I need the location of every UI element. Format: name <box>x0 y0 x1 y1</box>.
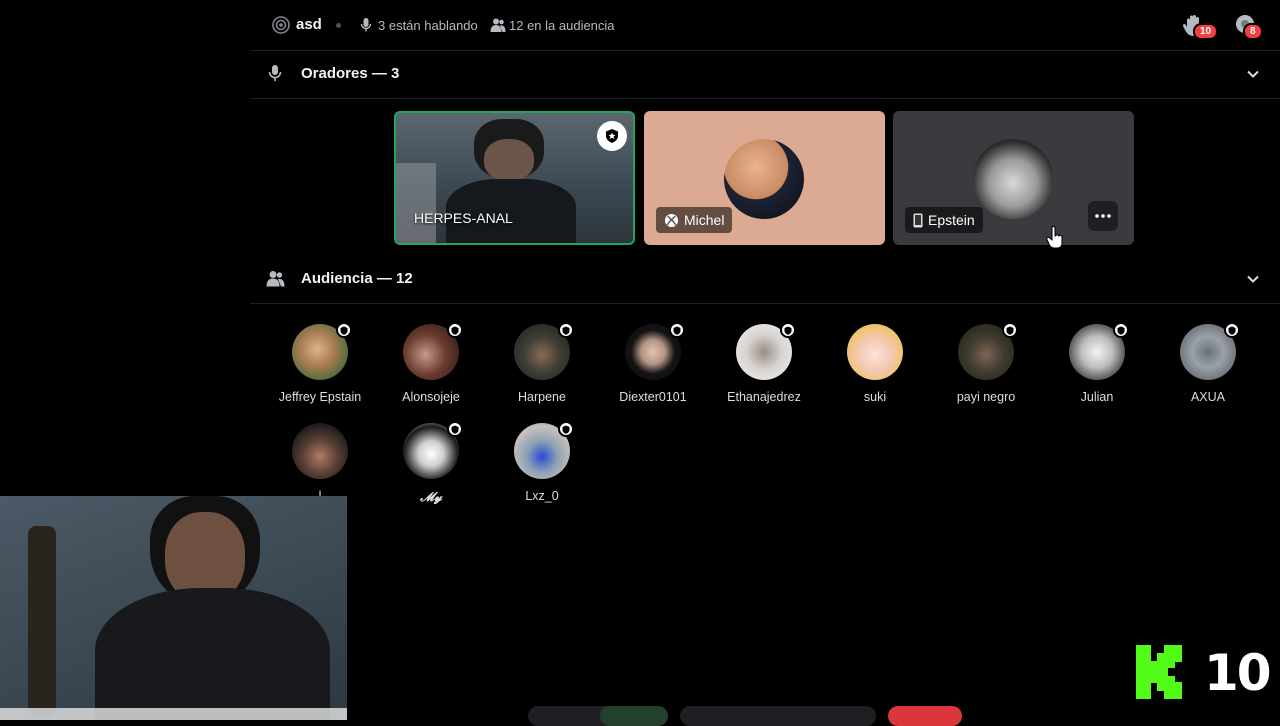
audience-member[interactable]: l <box>265 423 375 503</box>
overlay-counter: 10 <box>1204 644 1272 702</box>
audio-controls-button[interactable] <box>528 706 668 726</box>
speak-requests-button[interactable]: 8 <box>1234 14 1266 40</box>
speaker-name: Michel <box>684 212 725 228</box>
speakers-section-header[interactable] <box>250 50 1280 99</box>
audience-member-name: Alonsojeje <box>402 390 460 404</box>
speaker-name-label: Epstein <box>905 207 983 233</box>
moderator-icon <box>447 322 463 338</box>
raised-hands-button[interactable]: 10 <box>1182 14 1219 40</box>
audience-member-name: payi negro <box>956 390 1016 404</box>
xbox-icon <box>664 213 679 227</box>
speaker-tile[interactable]: Michel <box>644 111 885 245</box>
audience-member[interactable]: Jeffrey Epstain <box>265 322 375 404</box>
avatar <box>736 322 796 380</box>
speaker-name: Epstein <box>928 212 975 228</box>
audience-count: 12 en la audiencia <box>509 18 615 33</box>
moderator-icon <box>780 322 796 338</box>
audience-icon <box>490 18 506 32</box>
moderator-icon <box>558 421 574 437</box>
moderator-icon <box>1113 322 1129 338</box>
microphone-icon <box>360 18 372 32</box>
avatar <box>292 423 348 479</box>
speaker-name: HERPES-ANAL <box>414 210 513 226</box>
avatar <box>403 421 463 479</box>
more-icon <box>1095 214 1111 218</box>
speakers-header-title: Oradores — 3 <box>301 65 400 82</box>
moderator-icon <box>558 322 574 338</box>
kick-logo-icon <box>1136 645 1182 699</box>
moderator-icon <box>336 322 352 338</box>
video-background-object <box>396 163 436 243</box>
channel-title: asd <box>296 16 322 33</box>
audience-member-name: Ethanajedrez <box>727 390 801 404</box>
webcam-person-shirt <box>95 588 330 720</box>
hand-cursor-icon <box>1046 226 1063 249</box>
more-options-button[interactable] <box>1088 201 1118 231</box>
speaker-avatar <box>724 139 804 219</box>
audience-icon <box>266 271 285 287</box>
microphone-icon <box>268 65 282 81</box>
audience-member-name: suki <box>863 390 887 404</box>
leave-stage-button[interactable] <box>888 706 962 726</box>
moderator-shield-icon <box>606 129 618 143</box>
audience-member[interactable]: Julian <box>1042 322 1152 404</box>
audience-member[interactable]: Harpene <box>487 322 597 404</box>
audience-member[interactable]: suki <box>820 324 930 404</box>
audience-member[interactable]: Ethanajedrez <box>709 322 819 404</box>
chevron-down-icon[interactable] <box>1246 67 1260 81</box>
audience-member-name: 𝓜𝔂 <box>420 489 442 504</box>
activity-controls-button[interactable] <box>680 706 876 726</box>
mobile-phone-icon <box>913 213 923 227</box>
audience-member[interactable]: Diexter0101 <box>598 322 708 404</box>
speaking-count: 3 están hablando <box>378 18 478 33</box>
guitar-neck <box>28 526 56 716</box>
moderator-badge <box>597 121 627 151</box>
stage-icon <box>272 16 290 34</box>
audience-member[interactable]: AXUA <box>1153 322 1263 404</box>
avatar <box>1069 322 1129 380</box>
speaker-name-label: Michel <box>656 207 733 233</box>
audience-member-name: Lxz_0 <box>525 489 559 503</box>
speaker-tile[interactable]: HERPES-ANAL <box>394 111 635 245</box>
audience-member-name: Diexter0101 <box>619 390 687 404</box>
audience-member[interactable]: Lxz_0 <box>487 421 597 503</box>
speaker-avatar <box>973 139 1053 219</box>
audience-member[interactable]: Alonsojeje <box>376 322 486 404</box>
avatar <box>292 322 352 380</box>
keyboard-edge <box>0 708 347 720</box>
audience-header-title: Audiencia — 12 <box>301 270 413 287</box>
mic-toggle[interactable] <box>600 706 668 726</box>
avatar <box>958 322 1018 380</box>
avatar <box>625 322 685 380</box>
webcam-overlay <box>0 496 347 720</box>
audience-member-name: Jeffrey Epstain <box>278 390 362 404</box>
avatar <box>514 421 574 479</box>
speak-requests-badge: 8 <box>1243 23 1263 40</box>
audience-member-name: Harpene <box>518 390 566 404</box>
speaker-tile[interactable]: Epstein <box>893 111 1134 245</box>
separator-dot <box>336 23 341 28</box>
moderator-icon <box>447 421 463 437</box>
raised-hands-badge: 10 <box>1193 23 1219 40</box>
audience-member[interactable]: 𝓜𝔂 <box>376 421 486 505</box>
moderator-icon <box>1224 322 1240 338</box>
chevron-down-icon[interactable] <box>1246 272 1260 286</box>
avatar <box>847 324 903 380</box>
audience-member[interactable]: payi negro <box>931 322 1041 404</box>
video-person-face <box>484 139 534 181</box>
moderator-icon <box>1002 322 1018 338</box>
audience-member-name: AXUA <box>1190 390 1226 404</box>
avatar <box>403 322 463 380</box>
avatar <box>1180 322 1240 380</box>
audience-member-name: Julian <box>1080 390 1114 404</box>
moderator-icon <box>669 322 685 338</box>
avatar <box>514 322 574 380</box>
